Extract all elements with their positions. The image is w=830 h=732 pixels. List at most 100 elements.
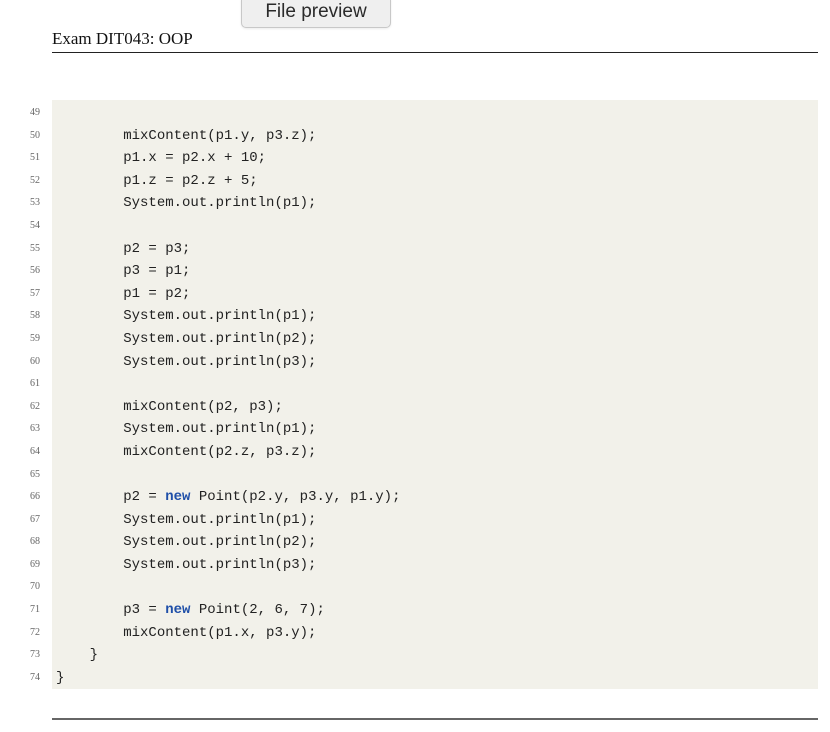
line-number: 60 [30, 355, 40, 367]
code-line: mixContent(p1.x, p3.y); [52, 622, 818, 645]
line-number: 71 [30, 604, 40, 616]
code-text: mixContent(p1.y, p3.z); [123, 127, 317, 144]
code-text: System.out.println(p1); [123, 421, 317, 438]
code-lines: mixContent(p1.y, p3.z); p1.x = p2.x + 10… [52, 102, 818, 689]
code-text: p1.x = p2.x + 10; [123, 150, 267, 167]
line-number: 52 [30, 174, 40, 186]
code-text: System.out.println(p2); [123, 534, 317, 551]
code-text: System.out.println(p3); [123, 353, 317, 370]
line-number: 54 [30, 219, 40, 231]
code-text: System.out.println(p1); [123, 511, 317, 528]
line-number: 53 [30, 197, 40, 209]
line-number: 56 [30, 265, 40, 277]
code-text: System.out.println(p3); [123, 556, 317, 573]
code-line: p1.x = p2.x + 10; [52, 147, 818, 170]
code-text: System.out.println(p2); [123, 330, 317, 347]
code-text: mixContent(p2.z, p3.z); [123, 443, 317, 460]
line-number: 73 [30, 649, 40, 661]
code-line: } [52, 644, 818, 667]
code-text: System.out.println(p1); [123, 195, 317, 212]
line-number: 74 [30, 671, 40, 683]
code-line: System.out.println(p1); [52, 305, 818, 328]
footer-divider [52, 718, 818, 720]
code-line: System.out.println(p1); [52, 418, 818, 441]
code-line: p1 = p2; [52, 283, 818, 306]
code-line: System.out.println(p2); [52, 531, 818, 554]
code-text: p1.z = p2.z + 5; [123, 172, 258, 189]
line-number: 66 [30, 491, 40, 503]
line-number: 72 [30, 626, 40, 638]
line-number: 57 [30, 287, 40, 299]
line-number: 50 [30, 129, 40, 141]
code-text: } [56, 669, 65, 686]
code-text: p2 = [123, 489, 166, 506]
keyword: new [165, 489, 191, 506]
line-number: 61 [30, 378, 40, 390]
code-text: p3 = [123, 602, 166, 619]
line-number: 69 [30, 558, 40, 570]
code-text: p3 = p1; [123, 263, 191, 280]
code-line: p2 = p3; [52, 238, 818, 261]
code-line: System.out.println(p1); [52, 192, 818, 215]
code-text: mixContent(p2, p3); [123, 398, 283, 415]
code-line: p2 = new Point(p2.y, p3.y, p1.y); [52, 486, 818, 509]
code-text: Point(2, 6, 7); [190, 602, 325, 619]
line-number: 70 [30, 581, 40, 593]
code-line: System.out.println(p3); [52, 554, 818, 577]
code-line: p3 = new Point(2, 6, 7); [52, 599, 818, 622]
code-text: Point(p2.y, p3.y, p1.y); [190, 489, 401, 506]
code-line: } [52, 667, 818, 690]
code-text: mixContent(p1.x, p3.y); [123, 624, 317, 641]
line-number: 68 [30, 536, 40, 548]
code-text: } [89, 647, 99, 664]
line-number: 58 [30, 310, 40, 322]
code-line: System.out.println(p2); [52, 328, 818, 351]
line-number: 51 [30, 152, 40, 164]
line-number: 65 [30, 468, 40, 480]
keyword: new [165, 602, 191, 619]
file-preview-button[interactable]: File preview [241, 0, 391, 28]
line-number: 67 [30, 513, 40, 525]
line-number: 62 [30, 400, 40, 412]
code-line: System.out.println(p3); [52, 351, 818, 374]
code-line: p1.z = p2.z + 5; [52, 170, 818, 193]
line-number: 64 [30, 445, 40, 457]
code-line: mixContent(p1.y, p3.z); [52, 125, 818, 148]
page-title: Exam DIT043: OOP [52, 29, 193, 48]
code-text: p1 = p2; [123, 285, 191, 302]
line-number: 49 [30, 107, 40, 118]
line-number: 63 [30, 423, 40, 435]
code-text: p2 = p3; [123, 240, 191, 257]
code-line: System.out.println(p1); [52, 509, 818, 532]
code-line: mixContent(p2.z, p3.z); [52, 441, 818, 464]
code-line: mixContent(p2, p3); [52, 396, 818, 419]
code-text: System.out.println(p1); [123, 308, 317, 325]
page-header: Exam DIT043: OOP [52, 28, 818, 53]
line-number-gutter: 49 50 51 52 53 54 55 56 57 58 59 60 61 62 63 64 65 66 67 68… [0, 102, 46, 689]
line-number: 55 [30, 242, 40, 254]
